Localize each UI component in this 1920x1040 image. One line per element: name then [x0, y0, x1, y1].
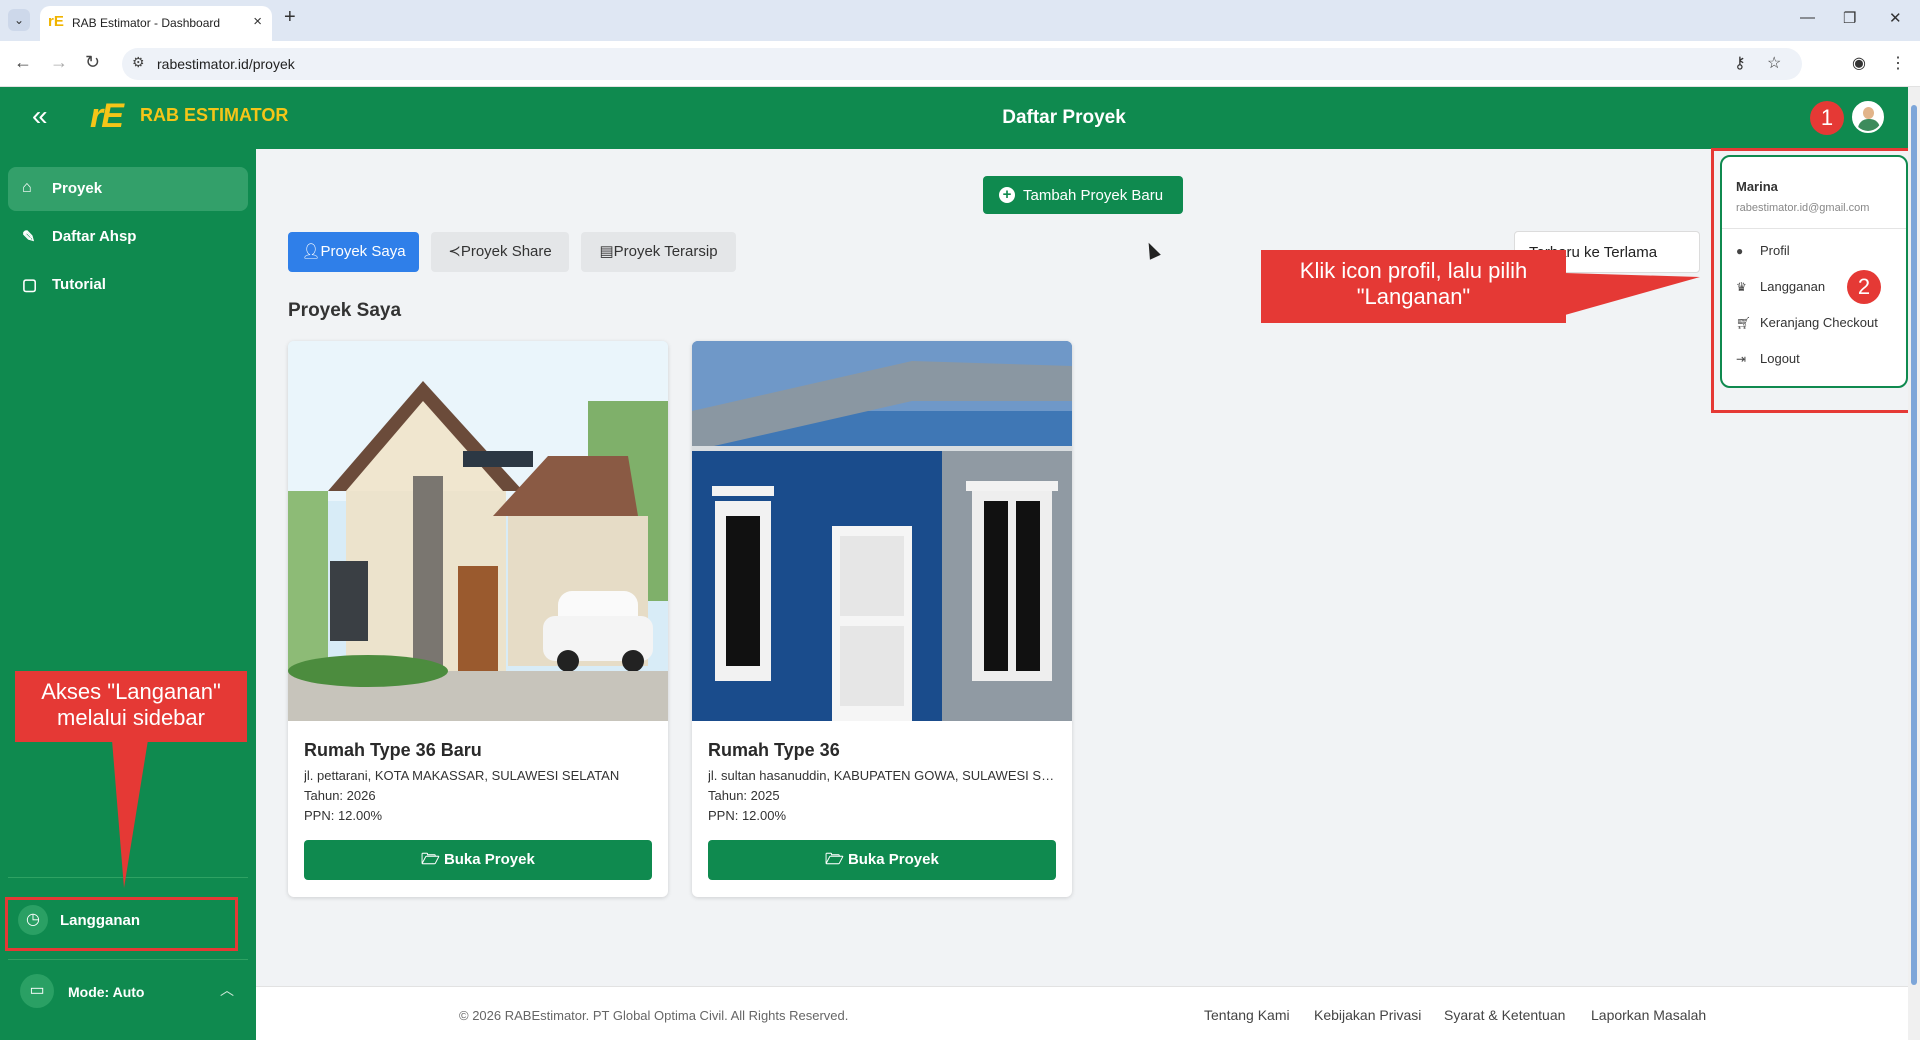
project-year: Tahun: 2026 [304, 788, 376, 803]
forward-icon[interactable]: → [50, 52, 68, 73]
tab-proyek-share[interactable]: ≺Proyek Share [431, 232, 569, 272]
project-card: Rumah Type 36 Baru jl. pettarani, KOTA M… [288, 341, 668, 897]
browser-tabbar: ⌄ rE RAB Estimator - Dashboard × + — ❐ ✕ [0, 0, 1920, 41]
chevron-up-icon[interactable]: ︿ [220, 980, 234, 1000]
annotation-highlight-dropdown [1711, 148, 1917, 413]
sidebar-item-label: Daftar Ahsp [52, 228, 137, 245]
folder-open-icon: 🗁︎ [825, 851, 848, 868]
sidebar-item-tutorial[interactable]: ▢ Tutorial [8, 263, 248, 307]
project-address: jl. sultan hasanuddin, KABUPATEN GOWA, S… [708, 768, 1058, 783]
logo-text: RAB ESTIMATOR [140, 105, 289, 125]
annotation-callout-profile: Klik icon profil, lalu pilih "Langanan" [1261, 250, 1566, 323]
tab-title: RAB Estimator - Dashboard [72, 16, 221, 30]
add-project-button[interactable]: + Tambah Proyek Baru [983, 176, 1183, 214]
url-input[interactable]: ⚙ rabestimator.id/proyek ☆ ⚷ [122, 48, 1802, 80]
add-project-label: Tambah Proyek Baru [1023, 187, 1164, 204]
reload-icon[interactable]: ↻ [85, 52, 100, 73]
sidebar-item-label: Tutorial [52, 276, 106, 293]
avatar-body-shape [1858, 119, 1880, 131]
project-year: Tahun: 2025 [708, 788, 780, 803]
mode-toggle[interactable]: Mode: Auto [68, 984, 144, 1000]
tab-search-chevron-icon[interactable]: ⌄ [8, 9, 30, 31]
user-icon: 👤︎ [301, 243, 321, 260]
section-title: Proyek Saya [288, 300, 402, 321]
mouse-cursor-icon [1143, 240, 1161, 260]
footer: © 2026 RABEstimator. PT Global Optima Ci… [256, 986, 1920, 1040]
sidebar-item-proyek[interactable]: ⌂ Proyek [8, 167, 248, 211]
sidebar-item-label: Proyek [52, 180, 103, 197]
tab-proyek-saya[interactable]: 👤︎Proyek Saya [288, 232, 419, 272]
open-project-button[interactable]: 🗁︎ Buka Proyek [708, 840, 1056, 880]
home-icon: ⌂ [22, 179, 32, 196]
footer-link-tentang-kami[interactable]: Tentang Kami [1204, 1007, 1290, 1023]
annotation-arrow-right [1565, 273, 1700, 315]
edit-icon: ✎ [22, 229, 36, 246]
copyright-text: © 2026 RABEstimator. PT Global Optima Ci… [459, 1008, 849, 1023]
address-bar: ← → ↻ ⚙ rabestimator.id/proyek ☆ ⚷ ◉ ⋮ [0, 41, 1920, 87]
back-icon[interactable]: ← [14, 52, 32, 73]
footer-link-syarat-ketentuan[interactable]: Syarat & Ketentuan [1444, 1007, 1565, 1023]
password-key-icon[interactable]: ⚷ [1734, 53, 1746, 73]
project-ppn: PPN: 12.00% [708, 808, 787, 823]
page-scrollbar[interactable] [1908, 87, 1920, 1040]
app-header: « rE RAB ESTIMATOR Daftar Proyek [0, 87, 1920, 149]
avatar-head-shape [1863, 107, 1874, 119]
annotation-badge-2: 2 [1847, 270, 1881, 304]
sidebar-divider [8, 959, 248, 960]
project-address: jl. pettarani, KOTA MAKASSAR, SULAWESI S… [304, 768, 620, 783]
footer-link-laporkan-masalah[interactable]: Laporkan Masalah [1591, 1007, 1706, 1023]
sidebar-item-daftar-ahsp[interactable]: ✎ Daftar Ahsp [8, 215, 248, 259]
button-label: Buka Proyek [443, 851, 535, 868]
site-info-icon[interactable]: ⚙ [132, 54, 145, 71]
scrollbar-thumb[interactable] [1911, 105, 1917, 985]
share-icon: ≺ [448, 243, 461, 260]
tab-close-icon[interactable]: × [253, 13, 262, 30]
monitor-icon: ▭ [20, 974, 54, 1008]
restore-icon[interactable]: ❐ [1843, 9, 1856, 27]
tab-proyek-terarsip[interactable]: ▤Proyek Terarsip [581, 232, 736, 272]
collapse-sidebar-icon[interactable]: « [32, 101, 48, 131]
project-title: Rumah Type 36 Baru [304, 740, 482, 760]
project-ppn: PPN: 12.00% [304, 808, 383, 823]
logo-mark: rE [90, 97, 124, 135]
minimize-icon[interactable]: — [1800, 9, 1815, 26]
annotation-badge-1: 1 [1810, 101, 1844, 135]
archive-icon: ▤ [599, 243, 614, 260]
footer-link-kebijakan-privasi[interactable]: Kebijakan Privasi [1314, 1007, 1421, 1023]
tab-label: Proyek Share [460, 243, 552, 260]
annotation-callout-sidebar: Akses "Langanan" melalui sidebar [15, 671, 247, 742]
browser-menu-icon[interactable]: ⋮ [1890, 53, 1906, 73]
book-icon: ▢ [22, 277, 38, 294]
tab-label: Proyek Saya [320, 243, 406, 260]
button-label: Buka Proyek [847, 851, 939, 868]
plus-circle-icon: + [999, 187, 1015, 203]
new-tab-icon[interactable]: + [284, 6, 296, 29]
site-favicon-icon: rE [48, 13, 64, 30]
browser-tab[interactable]: rE RAB Estimator - Dashboard × [40, 6, 272, 41]
project-card: Rumah Type 36 jl. sultan hasanuddin, KAB… [692, 341, 1072, 897]
tab-label: Proyek Terarsip [613, 243, 718, 260]
project-image [288, 341, 668, 721]
annotation-highlight-sidebar-langganan [5, 897, 238, 951]
browser-profile-icon[interactable]: ◉ [1852, 53, 1866, 73]
annotation-arrow-down [112, 740, 148, 888]
bookmark-star-icon[interactable]: ☆ [1767, 53, 1781, 73]
open-project-button[interactable]: 🗁︎ Buka Proyek [304, 840, 652, 880]
project-image [692, 341, 1072, 721]
url-text: rabestimator.id/proyek [157, 56, 295, 72]
folder-open-icon: 🗁︎ [421, 851, 444, 868]
window-close-icon[interactable]: ✕ [1889, 9, 1902, 27]
project-title: Rumah Type 36 [708, 740, 840, 760]
profile-avatar-button[interactable] [1852, 101, 1884, 133]
